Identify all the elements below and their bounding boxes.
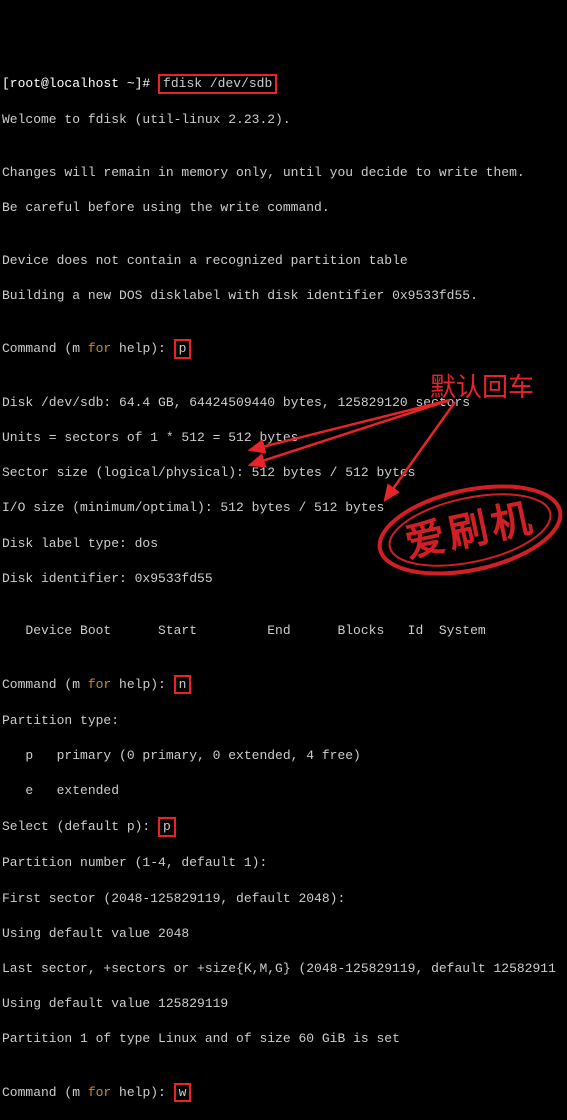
cmd-fdisk-box: fdisk /dev/sdb	[158, 74, 277, 94]
mem-only-line: Changes will remain in memory only, unti…	[2, 164, 565, 182]
nodev-line: Device does not contain a recognized par…	[2, 252, 565, 270]
cmd-help-w: Command (m for help): w	[2, 1083, 565, 1103]
becareful-line: Be careful before using the write comman…	[2, 199, 565, 217]
def1-line: Using default value 2048	[2, 925, 565, 943]
input-n-box: n	[174, 675, 192, 695]
lastsec-line: Last sector, +sectors or +size{K,M,G} (2…	[2, 960, 565, 978]
prompt-line: [root@localhost ~]# fdisk /dev/sdb	[2, 74, 565, 94]
diskinfo-line: Disk /dev/sdb: 64.4 GB, 64424509440 byte…	[2, 394, 565, 412]
ptype-line: Partition type:	[2, 712, 565, 730]
table-header: Device Boot Start End Blocks Id System	[2, 622, 565, 640]
secsize-line: Sector size (logical/physical): 512 byte…	[2, 464, 565, 482]
labeltype-line: Disk label type: dos	[2, 535, 565, 553]
primary-line: p primary (0 primary, 0 extended, 4 free…	[2, 747, 565, 765]
setpart-line: Partition 1 of type Linux and of size 60…	[2, 1030, 565, 1048]
welcome-line: Welcome to fdisk (util-linux 2.23.2).	[2, 111, 565, 129]
partnum-line: Partition number (1-4, default 1):	[2, 854, 565, 872]
units-line: Units = sectors of 1 * 512 = 512 bytes	[2, 429, 565, 447]
extended-line: e extended	[2, 782, 565, 800]
identifier-line: Disk identifier: 0x9533fd55	[2, 570, 565, 588]
select-line: Select (default p): p	[2, 817, 565, 837]
cmd-help-n: Command (m for help): n	[2, 675, 565, 695]
iosize-line: I/O size (minimum/optimal): 512 bytes / …	[2, 499, 565, 517]
newlabel-line: Building a new DOS disklabel with disk i…	[2, 287, 565, 305]
def2-line: Using default value 125829119	[2, 995, 565, 1013]
input-p2-box: p	[158, 817, 176, 837]
input-p-box: p	[174, 339, 192, 359]
input-w-box: w	[174, 1083, 192, 1103]
firstsec-line: First sector (2048-125829119, default 20…	[2, 890, 565, 908]
cmd-help-p: Command (m for help): p	[2, 339, 565, 359]
